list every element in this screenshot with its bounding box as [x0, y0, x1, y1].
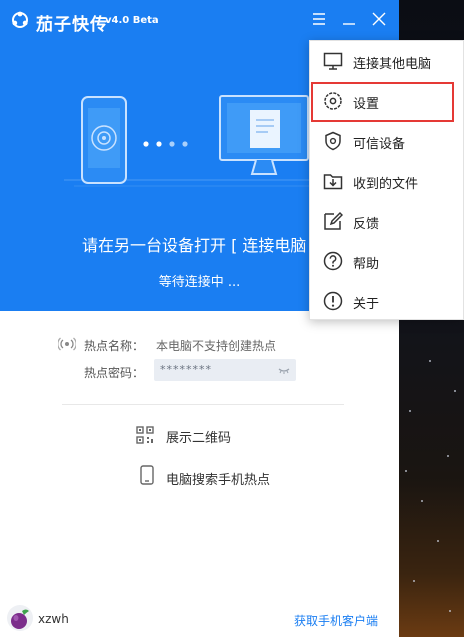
hotspot-icon [58, 337, 76, 351]
menu-item-label: 关于 [353, 297, 380, 312]
menu-item-connect-other-pc[interactable]: 连接其他电脑 [310, 41, 464, 81]
menu-item-label: 可信设备 [353, 137, 406, 152]
connect-instruction: 请在另一台设备打开 [ 连接电脑 [82, 236, 307, 255]
minimize-icon [343, 23, 355, 25]
search-hotspot-button[interactable]: 电脑搜索手机热点 [130, 465, 390, 488]
download-folder-icon [323, 171, 343, 191]
search-hotspot-label: 电脑搜索手机热点 [166, 473, 271, 488]
hotspot-password-field[interactable]: ******** [154, 359, 296, 381]
qr-code-icon [136, 426, 154, 444]
menu-item-received-files[interactable]: 收到的文件 [310, 161, 464, 201]
hotspot-name-value: 本电脑不支持创建热点 [156, 339, 277, 353]
minimize-button[interactable] [340, 10, 358, 28]
menu-item-feedback[interactable]: 反馈 [310, 201, 464, 241]
app-version: v4.0 Beta [105, 15, 159, 26]
progress-dot [156, 141, 162, 147]
connection-illustration [64, 95, 334, 187]
hotspot-name-label: 热点名称： [84, 339, 145, 353]
eye-icon[interactable] [278, 364, 290, 376]
menu-item-label: 连接其他电脑 [353, 57, 432, 72]
title-bar: 茄子快传 v4.0 Beta [0, 0, 399, 40]
show-qr-label: 展示二维码 [166, 431, 232, 446]
menu-item-trusted-devices[interactable]: 可信设备 [310, 121, 464, 161]
menu-item-label: 收到的文件 [353, 177, 419, 192]
username: xzwh [38, 612, 69, 626]
avatar[interactable] [7, 605, 33, 631]
progress-dot [143, 141, 149, 147]
app-logo-icon [10, 10, 30, 30]
monitor-icon [323, 51, 343, 71]
phone-icon [140, 465, 154, 485]
hotspot-password-value: ******** [160, 363, 212, 376]
get-client-link[interactable]: 获取手机客户端 [294, 612, 378, 629]
show-qr-button[interactable]: 展示二维码 [130, 424, 390, 446]
info-icon [323, 291, 343, 311]
settings-highlight-box [311, 82, 454, 122]
progress-dot [182, 141, 188, 147]
section-divider [62, 404, 344, 405]
close-icon [372, 12, 386, 26]
edit-icon [323, 211, 343, 231]
menu-item-help[interactable]: 帮助 [310, 241, 464, 281]
shield-icon [323, 131, 343, 151]
eggplant-avatar-icon [11, 609, 29, 629]
menu-button[interactable] [310, 10, 328, 28]
hotspot-password-label: 热点密码： [84, 366, 145, 380]
menu-item-label: 帮助 [353, 257, 380, 272]
help-icon [323, 251, 343, 271]
menu-item-about[interactable]: 关于 [310, 281, 464, 321]
progress-dot [169, 141, 175, 147]
close-button[interactable] [370, 10, 388, 28]
menu-item-label: 反馈 [353, 217, 380, 232]
menu-icon [313, 13, 325, 25]
app-name: 茄子快传 [36, 15, 108, 35]
